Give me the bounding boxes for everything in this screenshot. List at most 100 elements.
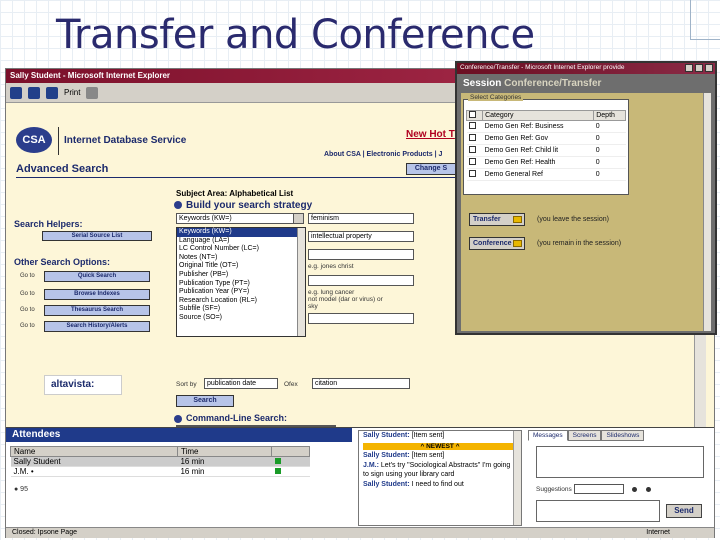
order-label: Ofex (284, 381, 298, 388)
quick-search-button[interactable]: Quick Search (44, 271, 150, 282)
checkbox-all[interactable] (469, 111, 476, 118)
session-window-title: Conference/Transfer - Microsoft Internet… (460, 64, 625, 71)
radio-button[interactable] (632, 487, 637, 492)
serial-source-button[interactable]: Serial Source List (42, 231, 152, 241)
suggestions-select[interactable] (574, 484, 624, 494)
column-header[interactable]: Category (482, 110, 595, 121)
search-term-input[interactable]: intellectual property (308, 231, 414, 242)
info-icon (174, 201, 182, 210)
maximize-icon[interactable] (695, 64, 703, 72)
transfer-label: Transfer (473, 216, 501, 223)
category-name: Demo Gen Ref: Gov (482, 132, 594, 145)
transfer-button[interactable]: Transfer (469, 213, 525, 226)
chat-text: I need to find out (411, 481, 464, 488)
list-item[interactable]: Source (SO=) (177, 314, 305, 323)
table-row[interactable]: Demo Gen Ref: Business 0 (466, 120, 626, 133)
field-select[interactable]: Keywords (KW=) (176, 213, 304, 224)
build-strategy-heading: Build your search strategy (174, 200, 312, 211)
zone-text: Internet (646, 529, 670, 536)
table-row[interactable]: Demo Gen Ref: Health 0 (466, 156, 626, 169)
table-row[interactable]: Demo Gen Ref: Child lit 0 (466, 144, 626, 157)
session-scrollbar[interactable] (703, 93, 711, 331)
title-rule (16, 177, 456, 178)
checkbox[interactable] (468, 158, 476, 165)
list-item[interactable]: Research Location (RL=) (177, 297, 305, 306)
tab-screens[interactable]: Screens (567, 430, 602, 441)
search-term-input[interactable] (308, 275, 414, 286)
command-line-heading: Command-Line Search: (174, 413, 287, 423)
table-row[interactable]: Demo General Ref 0 (466, 168, 626, 181)
table-row[interactable]: J.M. • 16 min (10, 466, 310, 477)
table-row[interactable]: Sally Student 16 min (10, 456, 310, 467)
checkbox[interactable] (468, 134, 476, 141)
back-icon[interactable] (10, 86, 22, 99)
search-term-input[interactable] (308, 313, 414, 324)
search-term-input[interactable] (308, 249, 414, 260)
column-header[interactable]: Depth (593, 110, 626, 121)
category-name: Demo General Ref (482, 168, 594, 181)
chat-scrollbar[interactable] (513, 431, 521, 525)
top-links[interactable]: About CSA | Electronic Products | J (324, 151, 442, 158)
checkbox[interactable] (468, 170, 476, 177)
order-select[interactable]: citation (312, 378, 410, 389)
list-item[interactable]: Keywords (KW=) (177, 228, 305, 237)
list-item[interactable]: Publication Year (PY=) (177, 288, 305, 297)
new-hot-link[interactable]: New Hot T (406, 129, 455, 140)
radio-button[interactable] (646, 487, 651, 492)
list-item[interactable]: Publication Type (PT=) (177, 280, 305, 289)
thesaurus-search-button[interactable]: Thesaurus Search (44, 305, 150, 316)
altavista-logo[interactable]: altavista: (44, 375, 122, 395)
column-header[interactable]: Name (10, 446, 178, 457)
close-icon[interactable] (705, 64, 713, 72)
search-term-input[interactable]: feminism (308, 213, 414, 224)
category-name: Demo Gen Ref: Child lit (482, 144, 594, 157)
list-item[interactable]: Subfile (SF=) (177, 305, 305, 314)
chat-input[interactable] (536, 500, 660, 522)
chevron-down-icon[interactable] (293, 214, 303, 223)
home-icon[interactable] (46, 86, 58, 99)
checkbox[interactable] (468, 122, 476, 129)
conference-description: (you remain in the session) (537, 240, 622, 247)
build-strategy-label: Build your search strategy (186, 200, 313, 211)
panel-tabs: Messages Screens Slideshows (528, 430, 645, 441)
list-scrollbar[interactable] (297, 228, 305, 336)
checkbox[interactable] (468, 146, 476, 153)
field-dropdown-list[interactable]: Keywords (KW=) Language (LA=) LC Control… (176, 227, 306, 337)
category-box: Select Categories Category Depth Demo Ge… (463, 94, 629, 195)
category-depth: 0 (593, 156, 626, 169)
send-button[interactable]: Send (666, 504, 702, 518)
tab-messages[interactable]: Messages (528, 430, 568, 441)
check-column-header[interactable] (465, 110, 484, 121)
chat-text: Let's try "Sociological Abstracts" I'm g… (363, 462, 511, 478)
print-label[interactable]: Print (64, 88, 80, 97)
column-header (271, 446, 310, 457)
list-item[interactable]: Publisher (PB=) (177, 271, 305, 280)
chat-log: Sally Student: [Item sent] ^ NEWEST ^ Sa… (358, 430, 522, 526)
print-icon[interactable] (86, 86, 99, 99)
subject-area: Subject Area: Alphabetical List (176, 189, 294, 198)
session-panel: Attendees Name Time Sally Student 16 min… (6, 427, 714, 527)
list-item[interactable]: Language (LA=) (177, 237, 305, 246)
attendee-name: Sally Student (10, 456, 178, 467)
transfer-description: (you leave the session) (537, 216, 609, 223)
conference-icon (513, 240, 522, 247)
minimize-icon[interactable] (685, 64, 693, 72)
category-depth: 0 (593, 120, 626, 133)
column-header[interactable]: Time (176, 446, 273, 457)
change-button[interactable]: Change S (406, 163, 456, 175)
search-button[interactable]: Search (176, 395, 234, 407)
table-row[interactable]: Demo Gen Ref: Gov 0 (466, 132, 626, 145)
browse-indexes-button[interactable]: Browse Indexes (44, 289, 150, 300)
chat-sender: Sally Student: (363, 432, 410, 439)
list-item[interactable]: Original Title (OT=) (177, 262, 305, 271)
category-table: Category Depth Demo Gen Ref: Business 0 D… (465, 110, 626, 181)
list-item[interactable]: Notes (NT=) (177, 254, 305, 263)
list-item[interactable]: LC Control Number (LC=) (177, 245, 305, 254)
conference-button[interactable]: Conference (469, 237, 525, 250)
tab-slideshows[interactable]: Slideshows (601, 430, 645, 441)
search-history-button[interactable]: Search History/Alerts (44, 321, 150, 332)
goto-label: Go to (20, 273, 35, 279)
sort-select[interactable]: publication date (204, 378, 278, 389)
forward-icon[interactable] (28, 86, 40, 99)
info-icon (174, 414, 182, 423)
